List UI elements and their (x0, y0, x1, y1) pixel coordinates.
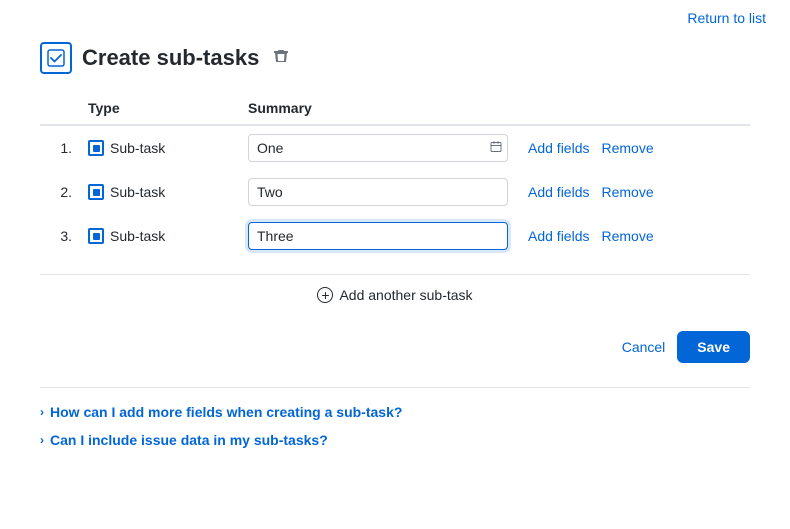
row-summary-cell (240, 170, 520, 214)
delete-icon[interactable] (273, 48, 289, 69)
col-number (40, 94, 80, 125)
row-actions-cell: Add fields Remove (520, 214, 750, 258)
summary-input-1[interactable] (248, 134, 508, 162)
row-type-cell: Sub-task (80, 125, 240, 170)
subtask-type-icon (88, 140, 104, 156)
table-row: 1. Sub-task Add fields Remove (40, 125, 750, 170)
faq-question: Can I include issue data in my sub-tasks… (50, 432, 328, 448)
page-header: Create sub-tasks (40, 42, 750, 74)
faq-question: How can I add more fields when creating … (50, 404, 402, 420)
add-subtask-row: + Add another sub-task (40, 274, 750, 323)
main-container: Create sub-tasks Type Summary 1. Sub-tas… (0, 32, 790, 480)
row-summary-cell (240, 125, 520, 170)
subtask-type-icon (88, 184, 104, 200)
faq-item-2[interactable]: › Can I include issue data in my sub-tas… (40, 432, 750, 448)
chevron-right-icon: › (40, 405, 44, 419)
add-fields-link[interactable]: Add fields (528, 184, 589, 200)
faq-item-1[interactable]: › How can I add more fields when creatin… (40, 404, 750, 420)
row-type-cell: Sub-task (80, 170, 240, 214)
add-fields-link[interactable]: Add fields (528, 140, 589, 156)
subtask-type-icon (88, 228, 104, 244)
page-icon (40, 42, 72, 74)
page-title: Create sub-tasks (82, 45, 259, 71)
add-subtask-button[interactable]: + Add another sub-task (317, 287, 472, 303)
remove-link[interactable]: Remove (601, 140, 653, 156)
remove-link[interactable]: Remove (601, 228, 653, 244)
faq-section: › How can I add more fields when creatin… (40, 387, 750, 448)
subtask-type-label: Sub-task (110, 184, 165, 200)
cancel-button[interactable]: Cancel (622, 339, 666, 355)
add-subtask-label: Add another sub-task (339, 287, 472, 303)
row-number: 2. (40, 170, 80, 214)
col-type-header: Type (80, 94, 240, 125)
summary-input-3[interactable] (248, 222, 508, 250)
top-bar: Return to list (0, 0, 790, 32)
subtasks-table: Type Summary 1. Sub-task Add fields Remov… (40, 94, 750, 258)
table-row: 2. Sub-task Add fields Remove (40, 170, 750, 214)
row-actions-cell: Add fields Remove (520, 170, 750, 214)
calendar-icon (490, 141, 502, 156)
remove-link[interactable]: Remove (601, 184, 653, 200)
row-number: 3. (40, 214, 80, 258)
table-row: 3. Sub-task Add fields Remove (40, 214, 750, 258)
chevron-right-icon: › (40, 433, 44, 447)
subtask-type-label: Sub-task (110, 228, 165, 244)
return-to-list-link[interactable]: Return to list (687, 10, 766, 26)
row-number: 1. (40, 125, 80, 170)
summary-input-2[interactable] (248, 178, 508, 206)
col-actions-header (520, 94, 750, 125)
col-summary-header: Summary (240, 94, 520, 125)
add-fields-link[interactable]: Add fields (528, 228, 589, 244)
form-actions: Cancel Save (40, 323, 750, 363)
row-type-cell: Sub-task (80, 214, 240, 258)
save-button[interactable]: Save (677, 331, 750, 363)
subtask-type-label: Sub-task (110, 140, 165, 156)
row-actions-cell: Add fields Remove (520, 125, 750, 170)
row-summary-cell (240, 214, 520, 258)
plus-circle-icon: + (317, 287, 333, 303)
